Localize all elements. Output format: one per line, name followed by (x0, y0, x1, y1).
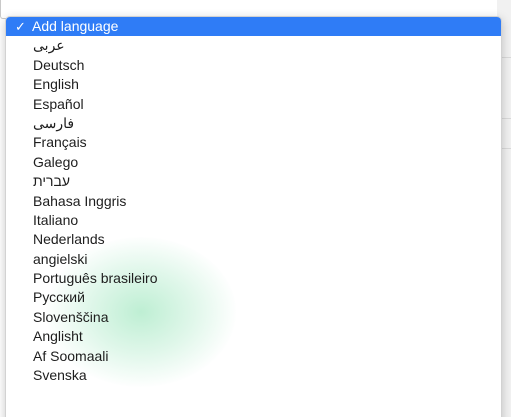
screen: ✓ Add language عربى Deutsch English Españ… (0, 0, 511, 417)
menu-item-label: Svenska (33, 367, 87, 384)
menu-item-french[interactable]: Français (6, 133, 501, 152)
menu-item-portuguese-brazil[interactable]: Português brasileiro (6, 269, 501, 288)
menu-item-english[interactable]: English (6, 75, 501, 94)
menu-item-label: Af Soomaali (33, 347, 109, 364)
menu-item-label: Português brasileiro (33, 270, 158, 287)
menu-item-label: Galego (33, 153, 79, 170)
menu-item-label: Anglisht (33, 328, 83, 345)
checkmark-icon: ✓ (15, 19, 26, 34)
menu-item-add-language[interactable]: ✓ Add language (6, 17, 501, 37)
menu-item-italian[interactable]: Italiano (6, 211, 501, 230)
menu-item-german[interactable]: Deutsch (6, 56, 501, 75)
menu-item-hebrew[interactable]: עברית (6, 172, 501, 191)
menu-item-swedish[interactable]: Svenska (6, 366, 501, 385)
menu-item-polish[interactable]: angielski (6, 250, 501, 269)
menu-item-label: Italiano (33, 211, 79, 228)
menu-item-label: Add language (32, 18, 119, 34)
menu-item-label: English (33, 76, 79, 93)
menu-item-label: Nederlands (33, 231, 105, 248)
menu-item-arabic[interactable]: عربى (6, 36, 501, 55)
menu-item-label: angielski (33, 250, 88, 267)
menu-item-label: עברית (33, 173, 71, 190)
menu-item-label: Slovenščina (33, 308, 109, 325)
language-dropdown-menu[interactable]: ✓ Add language عربى Deutsch English Españ… (5, 16, 502, 417)
menu-item-label: فارسی (33, 114, 75, 131)
menu-item-label: Bahasa Inggris (33, 192, 127, 209)
menu-item-label: عربى (33, 37, 65, 54)
menu-item-label: Русский (33, 289, 85, 306)
menu-item-somali[interactable]: Af Soomaali (6, 347, 501, 366)
menu-item-spanish[interactable]: Español (6, 95, 501, 114)
menu-item-albanian[interactable]: Anglisht (6, 327, 501, 346)
menu-item-persian[interactable]: فارسی (6, 114, 501, 133)
menu-item-label: Deutsch (33, 56, 85, 73)
menu-item-label: Español (33, 95, 84, 112)
menu-item-galician[interactable]: Galego (6, 153, 501, 172)
menu-item-dutch[interactable]: Nederlands (6, 230, 501, 249)
menu-item-label: Français (33, 134, 87, 151)
menu-item-indonesian[interactable]: Bahasa Inggris (6, 192, 501, 211)
menu-item-slovenian[interactable]: Slovenščina (6, 308, 501, 327)
menu-item-russian[interactable]: Русский (6, 288, 501, 307)
